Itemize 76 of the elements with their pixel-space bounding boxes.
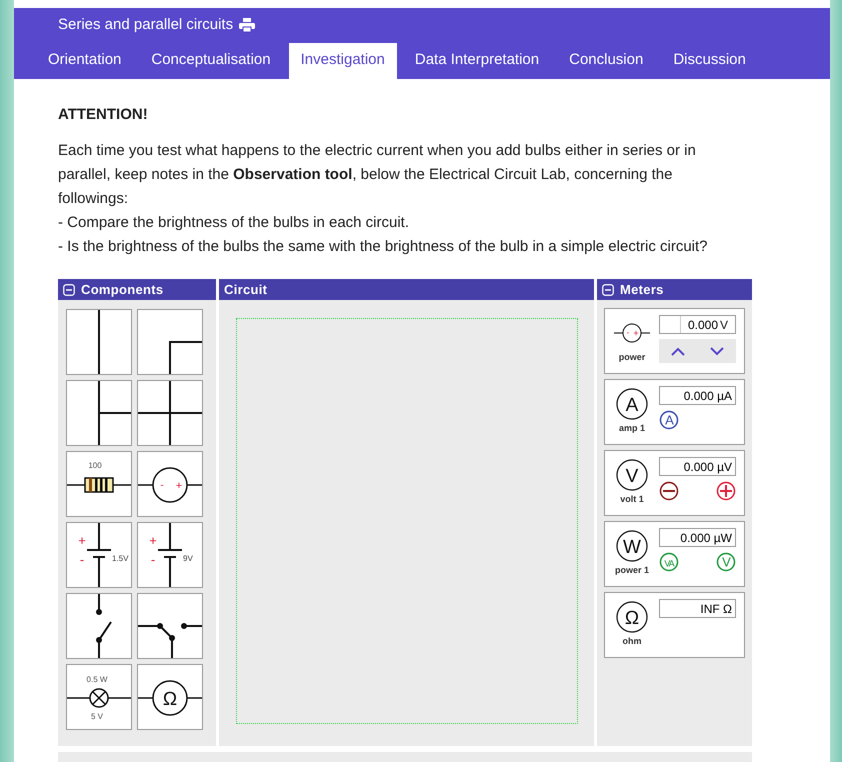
tab[interactable]: Data Interpretation (402, 42, 552, 79)
component-tile[interactable] (66, 593, 132, 659)
reading-field[interactable]: 0.000 µA (659, 386, 736, 405)
resistor-value: 100 (88, 461, 102, 470)
page-title: Series and parallel circuits (58, 15, 234, 35)
reading-field[interactable]: INF Ω (659, 599, 736, 618)
print-icon[interactable] (239, 18, 256, 32)
meter-symbol-icon (616, 530, 648, 562)
instruction-point: - Compare the brightness of the bulbs in each circuit. (58, 213, 410, 233)
chevron-up-icon (671, 346, 686, 356)
meter-symbol: V (626, 466, 638, 487)
panel-title: Meters (620, 280, 664, 299)
reading-field[interactable]: 0.000 µV (659, 457, 736, 476)
component-tile[interactable] (137, 309, 203, 375)
voltage-label: 9V (183, 554, 193, 563)
component-tile[interactable]: Ω (137, 664, 203, 730)
meter-label: volt 1 (620, 493, 644, 506)
switch-icon (96, 594, 112, 658)
resistor-icon (67, 477, 131, 493)
meter-symbol: A (626, 395, 638, 416)
component-tile[interactable]: 100 (66, 451, 132, 517)
plus-probe-icon[interactable] (716, 481, 736, 501)
tab[interactable]: Conclusion (557, 42, 656, 79)
component-tile[interactable]: + - 9V (137, 522, 203, 588)
probe-button[interactable]: A (659, 410, 679, 430)
probe-button[interactable]: VA (659, 552, 679, 572)
tab[interactable]: Orientation (36, 42, 134, 79)
ohm-symbol: Ω (162, 689, 178, 710)
attention-heading: ATTENTION! (58, 105, 149, 125)
voltage-label: 1.5V (112, 554, 128, 563)
voltage-rating: 5 V (91, 712, 103, 721)
component-tile[interactable] (137, 380, 203, 446)
component-tile[interactable] (66, 309, 132, 375)
wire-corner-icon (169, 341, 202, 374)
component-tile[interactable]: + - 1.5V (66, 522, 132, 588)
tab[interactable]: Investigation (288, 42, 397, 79)
meter-symbol-icon (616, 601, 648, 633)
collapse-icon[interactable] (63, 284, 75, 296)
instruction-point: - Is the brightness of the bulbs the same with the brightness of the bulb in a simple electric circuit? (58, 237, 708, 257)
power-rating: 0.5 W (86, 675, 108, 684)
meter-symbol: Ω (624, 608, 640, 629)
meter-label: power 1 (614, 564, 649, 577)
component-tile[interactable]: 0.5 W 5 V (66, 664, 132, 730)
minus-sign: - (160, 480, 164, 491)
instruction-paragraph: Each time you test what happens to the electric current when you add bulbs either in series or in parallel, keep notes in the Observation tool, below the Electrical Circuit Lab, concerning the followings: (58, 141, 697, 209)
probe-button[interactable]: V (716, 552, 736, 572)
power-source-icon (614, 324, 650, 342)
reading-field[interactable]: 0.000 µW (659, 528, 736, 547)
tab[interactable]: Discussion (661, 42, 758, 79)
plus-sign: + (176, 480, 182, 492)
plus-sign: + (633, 328, 639, 338)
wire-cross-icon (138, 381, 202, 445)
meter-label: amp 1 (618, 422, 645, 435)
meter-label: power (618, 351, 646, 364)
chevron-down-icon (710, 346, 724, 356)
meter-symbol-icon (616, 388, 648, 420)
meter-symbol-icon (616, 459, 648, 491)
power-source-icon (138, 467, 202, 503)
tab[interactable]: Conceptualisation (139, 42, 283, 79)
component-tile[interactable] (66, 380, 132, 446)
voltage-field[interactable]: 0.000 V (659, 315, 736, 334)
minus-probe-icon[interactable] (659, 481, 679, 501)
bulb-icon (67, 688, 131, 708)
ohmmeter-icon (138, 680, 202, 716)
panel-title: Circuit (224, 280, 268, 299)
wire-icon (98, 310, 100, 374)
unit-label: V (720, 317, 728, 333)
wire-junction-icon (98, 381, 131, 445)
minus-sign: - (626, 328, 630, 337)
component-tile[interactable] (137, 593, 203, 659)
two-way-switch-icon (138, 623, 202, 658)
component-tile[interactable]: - + (137, 451, 203, 517)
meter-symbol: W (623, 537, 641, 558)
collapse-icon[interactable] (602, 284, 614, 296)
meter-label: ohm (622, 635, 642, 648)
panel-title: Components (81, 280, 164, 299)
